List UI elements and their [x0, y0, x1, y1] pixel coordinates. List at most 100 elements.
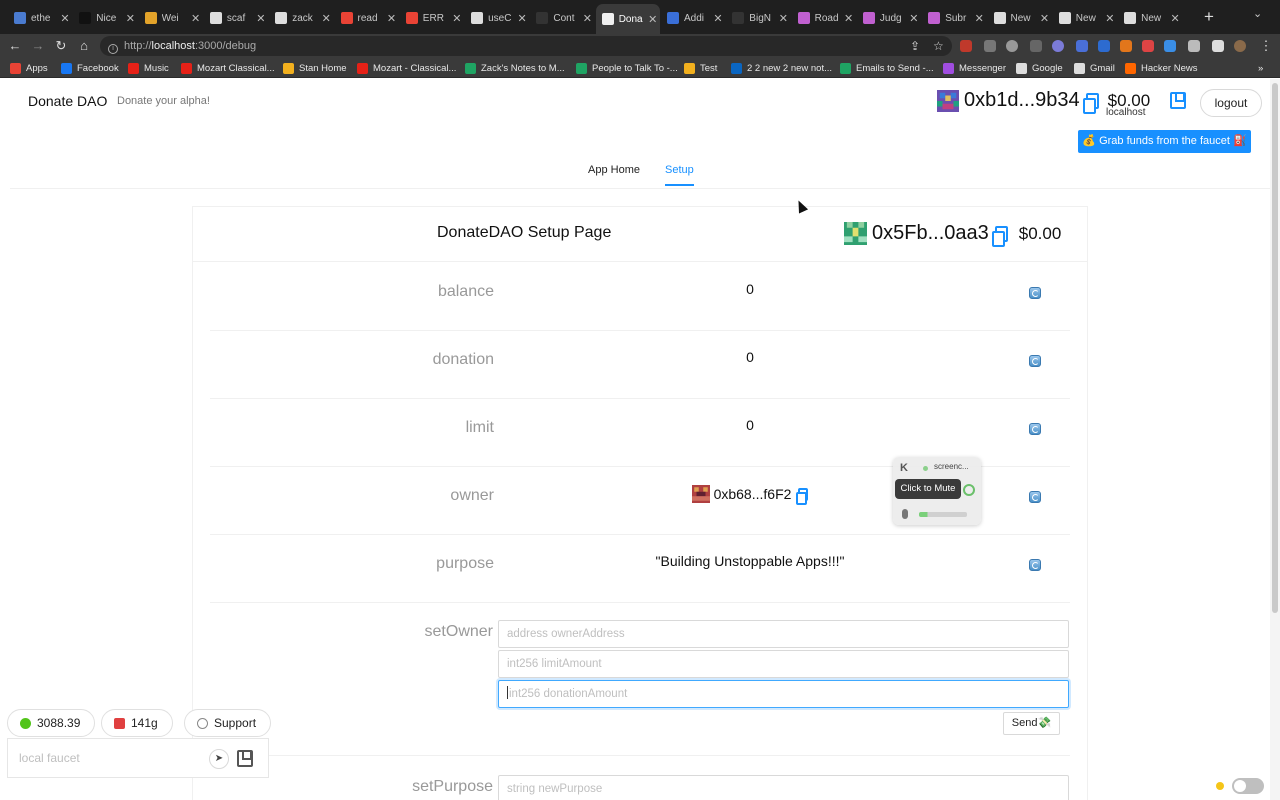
tab-close-icon[interactable]: ✕	[1168, 12, 1182, 25]
tab-close-icon[interactable]: ✕	[711, 12, 725, 25]
bookmark-item[interactable]: Emails to Send -...	[840, 61, 934, 75]
tab-close-icon[interactable]: ✕	[254, 12, 268, 25]
screen-recorder-widget[interactable]: K screenc... Click to Mute	[893, 457, 981, 525]
tab-close-icon[interactable]: ✕	[1038, 12, 1052, 25]
bookmark-item[interactable]: Hacker News	[1125, 61, 1198, 75]
bookmark-item[interactable]: 2 2 new 2 new not...	[731, 61, 832, 75]
bookmark-item[interactable]: Apps	[10, 61, 48, 75]
bookmark-item[interactable]: Google	[1016, 61, 1063, 75]
menu-item-app-home[interactable]: App Home	[588, 164, 640, 184]
refresh-donation-icon[interactable]	[1029, 355, 1041, 367]
forward-icon[interactable]: →	[28, 36, 48, 56]
limit-amount-input[interactable]: int256 limitAmount	[498, 650, 1069, 678]
tab-close-icon[interactable]: ✕	[450, 12, 464, 25]
browser-tab[interactable]: New ✕	[988, 6, 1052, 30]
browser-tab[interactable]: ethe ✕	[8, 6, 72, 30]
wallet-icon[interactable]	[1170, 92, 1186, 109]
tab-close-icon[interactable]: ✕	[580, 12, 594, 25]
tab-close-icon[interactable]: ✕	[972, 12, 986, 25]
tab-close-icon[interactable]: ✕	[842, 12, 856, 25]
bookmark-item[interactable]: Mozart - Classical...	[357, 61, 456, 75]
script-extension-icon[interactable]	[1030, 40, 1042, 52]
browser-tab[interactable]: New ✕	[1053, 6, 1117, 30]
globe-extension-icon[interactable]	[1006, 40, 1018, 52]
theme-toggle[interactable]	[1232, 778, 1264, 794]
bookmark-item[interactable]: Zack's Notes to M...	[465, 61, 565, 75]
bookmark-item[interactable]: Gmail	[1074, 61, 1115, 75]
refresh-limit-icon[interactable]	[1029, 423, 1041, 435]
shield-extension-icon[interactable]	[984, 40, 996, 52]
browser-tab[interactable]: Road ✕	[792, 6, 856, 30]
account-address[interactable]: 0xb1d...9b34	[964, 89, 1080, 112]
extension-icon[interactable]	[960, 40, 972, 52]
logout-button[interactable]: logout	[1200, 89, 1262, 117]
contract-balance[interactable]: $0.00	[1019, 224, 1062, 244]
brand-title[interactable]: Donate DAO	[28, 93, 107, 109]
donation-amount-input[interactable]: int256 donationAmount	[498, 680, 1069, 708]
refresh-balance-icon[interactable]	[1029, 287, 1041, 299]
refresh-purpose-icon[interactable]	[1029, 559, 1041, 571]
owner-address[interactable]: 0xb68...f6F2	[714, 486, 792, 502]
tab-search-icon[interactable]: ⌄	[1253, 7, 1262, 20]
browser-tab[interactable]: useC ✕	[465, 6, 529, 30]
browser-tab[interactable]: BigN ✕	[726, 6, 790, 30]
more-menu-icon[interactable]: ⋮	[1256, 36, 1276, 56]
site-info-icon[interactable]: i	[108, 44, 118, 54]
tab-close-icon[interactable]: ✕	[189, 12, 203, 25]
set-owner-send-button[interactable]: Send💸	[1003, 712, 1060, 735]
browser-tab[interactable]: Dona ✕	[595, 4, 660, 34]
puzzle-icon[interactable]	[1188, 40, 1200, 52]
reload-icon[interactable]: ↻	[51, 36, 71, 56]
microphone-icon[interactable]	[902, 509, 908, 519]
sidebar-icon[interactable]	[1212, 40, 1224, 52]
tab-close-icon[interactable]: ✕	[1103, 12, 1117, 25]
copy-address-icon[interactable]	[1082, 92, 1099, 114]
pen-extension-icon[interactable]	[1076, 40, 1088, 52]
tab-close-icon[interactable]: ✕	[58, 12, 72, 25]
scrollbar-thumb[interactable]	[1272, 83, 1278, 613]
gas-price-pill[interactable]: 141g	[101, 709, 173, 737]
bookmark-item[interactable]: Mozart Classical...	[181, 61, 275, 75]
tab-close-icon[interactable]: ✕	[123, 12, 137, 25]
bookmark-item[interactable]: Messenger	[943, 61, 1006, 75]
tab-close-icon[interactable]: ✕	[319, 12, 333, 25]
copy-contract-icon[interactable]	[991, 225, 1008, 247]
metamask-icon[interactable]	[1120, 40, 1132, 52]
contract-address[interactable]: 0x5Fb...0aa3	[872, 222, 989, 245]
address-bar[interactable]: i http://localhost:3000/debug ⇪ ☆	[100, 36, 952, 56]
tab-close-icon[interactable]: ✕	[385, 12, 399, 25]
browser-tab[interactable]: New ✕	[1118, 6, 1182, 30]
faucet-wallet-icon[interactable]	[237, 750, 253, 767]
code-extension-icon[interactable]	[1142, 40, 1154, 52]
tab-close-icon[interactable]: ✕	[646, 13, 660, 26]
refresh-owner-icon[interactable]	[1029, 491, 1041, 503]
browser-tab[interactable]: scaf ✕	[204, 6, 268, 30]
owner-address-input[interactable]: address ownerAddress	[498, 620, 1069, 648]
browser-tab[interactable]: Nice ✕	[73, 6, 137, 30]
share-icon[interactable]: ⇪	[910, 36, 920, 56]
more-bookmarks-icon[interactable]: »	[1258, 61, 1263, 75]
bookmark-item[interactable]: Facebook	[61, 61, 119, 75]
bookmark-item[interactable]: Music	[128, 61, 169, 75]
menu-item-setup[interactable]: Setup	[665, 164, 694, 186]
home-icon[interactable]: ⌂	[74, 36, 94, 56]
browser-tab[interactable]: ERR ✕	[400, 6, 464, 30]
eth-price-pill[interactable]: 3088.39	[7, 709, 96, 737]
bookmark-item[interactable]: Test	[684, 61, 717, 75]
new-tab-icon[interactable]: +	[1198, 6, 1220, 28]
browser-tab[interactable]: read ✕	[335, 6, 399, 30]
browser-tab[interactable]: Judg ✕	[857, 6, 921, 30]
faucet-send-icon[interactable]: ➤	[209, 749, 229, 769]
copy-owner-icon[interactable]	[796, 487, 809, 505]
tab-close-icon[interactable]: ✕	[776, 12, 790, 25]
tab-close-icon[interactable]: ✕	[907, 12, 921, 25]
browser-tab[interactable]: Cont ✕	[530, 6, 594, 30]
browser-tab[interactable]: Wei ✕	[139, 6, 203, 30]
tab-close-icon[interactable]: ✕	[515, 12, 529, 25]
tool-extension-icon[interactable]	[1164, 40, 1176, 52]
eye-extension-icon[interactable]	[1052, 40, 1064, 52]
page-scrollbar[interactable]	[1270, 79, 1280, 800]
bookmark-star-icon[interactable]: ☆	[933, 36, 944, 56]
new-purpose-input[interactable]: string newPurpose	[498, 775, 1069, 800]
bookmark-item[interactable]: Stan Home	[283, 61, 347, 75]
